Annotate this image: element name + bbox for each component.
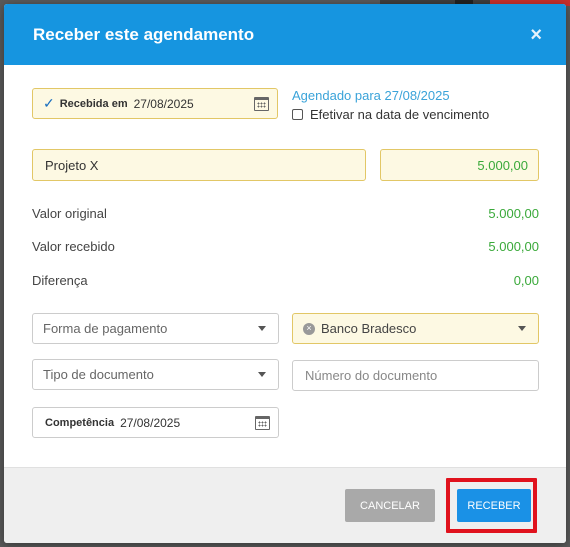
payment-method-placeholder: Forma de pagamento: [43, 321, 168, 336]
difference-label: Diferença: [32, 273, 88, 288]
payment-method-select[interactable]: Forma de pagamento: [32, 313, 279, 344]
original-value: 5.000,00: [488, 206, 539, 221]
difference-value: 0,00: [513, 273, 539, 288]
cancel-button[interactable]: CANCELAR: [345, 489, 435, 522]
chevron-down-icon: [258, 372, 266, 377]
chevron-down-icon: [258, 326, 266, 331]
received-value: 5.000,00: [488, 239, 539, 254]
settle-checkbox[interactable]: [292, 109, 303, 120]
calendar-icon[interactable]: [255, 415, 270, 430]
competence-label: Competência: [45, 416, 115, 429]
received-date-label: Recebida em: [59, 97, 128, 110]
project-field[interactable]: Projeto X: [32, 149, 366, 181]
competence-date-value: 27/08/2025: [120, 415, 181, 430]
modal-header: Receber este agendamento ×: [4, 4, 566, 65]
modal-footer: CANCELAR RECEBER: [4, 467, 566, 543]
check-icon: ✓: [43, 95, 55, 111]
calendar-icon[interactable]: [254, 96, 269, 111]
received-value-label: Valor recebido: [32, 239, 115, 254]
amount-field[interactable]: 5.000,00: [380, 149, 539, 181]
settle-label: Efetivar na data de vencimento: [310, 107, 490, 122]
received-date-value: 27/08/2025: [133, 96, 194, 111]
close-icon[interactable]: ×: [530, 25, 542, 45]
received-date-field[interactable]: ✓ Recebida em 27/08/2025: [32, 88, 278, 119]
receive-button[interactable]: RECEBER: [457, 489, 531, 522]
scheduled-date-text: Agendado para 27/08/2025: [292, 88, 450, 103]
original-value-label: Valor original: [32, 206, 107, 221]
bank-value: Banco Bradesco: [321, 321, 417, 336]
bank-select[interactable]: × Banco Bradesco: [292, 313, 539, 344]
project-value: Projeto X: [45, 157, 99, 173]
modal-body: ✓ Recebida em 27/08/2025 Agendado para 2…: [4, 65, 566, 467]
modal-title: Receber este agendamento: [33, 24, 255, 44]
receive-schedule-modal: Receber este agendamento × ✓ Recebida em…: [4, 4, 566, 543]
document-number-placeholder: Número do documento: [305, 368, 438, 383]
settle-on-due-date-option[interactable]: Efetivar na data de vencimento: [292, 107, 489, 122]
amount-value: 5.000,00: [477, 157, 528, 173]
document-type-placeholder: Tipo de documento: [43, 367, 154, 382]
document-number-input[interactable]: Número do documento: [292, 360, 539, 391]
chevron-down-icon: [518, 326, 526, 331]
competence-date-field[interactable]: Competência 27/08/2025: [32, 407, 279, 438]
clear-icon[interactable]: ×: [303, 322, 315, 335]
document-type-select[interactable]: Tipo de documento: [32, 359, 279, 390]
